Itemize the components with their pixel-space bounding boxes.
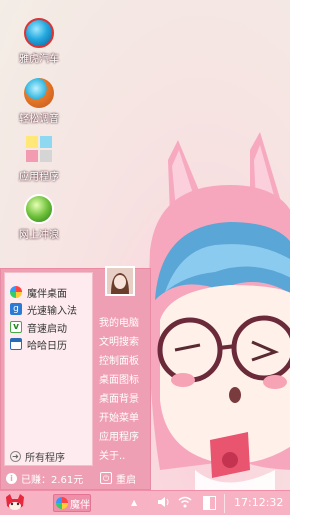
- program-item-haha-calendar[interactable]: 哈哈日历: [10, 336, 67, 352]
- earnings-status: 已赚：2.61元: [21, 474, 84, 486]
- orange-ball-icon: [24, 78, 54, 108]
- desktop-icon-label: 网上冲浪: [19, 230, 59, 241]
- power-icon: ⏻: [100, 472, 112, 484]
- pinwheel-icon: [10, 286, 22, 298]
- taskbar: 魔伴 ▲ 17:12:32: [0, 490, 290, 515]
- pinwheel-icon: [56, 497, 68, 509]
- start-menu: 魔伴桌面 g 光速输入法 v 音速启动 哈哈日历 ➜ 所有程序 我的电脑 文明搜…: [0, 266, 151, 490]
- wifi-icon[interactable]: [178, 496, 192, 511]
- desktop-icon-label: 轻松调音: [19, 114, 59, 125]
- all-programs-label: 所有程序: [25, 453, 65, 464]
- menu-item-desktop-background[interactable]: 桌面背景: [99, 390, 139, 405]
- menu-item-desktop-icons[interactable]: 桌面图标: [99, 371, 139, 386]
- g-keyboard-icon: g: [10, 303, 22, 315]
- desktop-icon-web-surfing[interactable]: 网上冲浪: [8, 194, 70, 241]
- menu-item-control-panel[interactable]: 控制面板: [99, 352, 139, 367]
- restart-button[interactable]: ⏻ 重启: [100, 469, 136, 487]
- calendar-icon: [10, 338, 22, 350]
- program-item-moban-desktop[interactable]: 魔伴桌面: [10, 284, 67, 300]
- user-avatar[interactable]: [105, 266, 135, 296]
- fox-logo-icon: [6, 494, 24, 510]
- apps-grid-icon: [24, 136, 54, 166]
- avatar-portrait-icon: [107, 268, 133, 294]
- program-label: 魔伴桌面: [27, 288, 67, 300]
- tray-expand-arrow-icon[interactable]: ▲: [131, 498, 137, 507]
- menu-item-applications[interactable]: 应用程序: [99, 428, 139, 443]
- arrow-right-icon: ➜: [10, 451, 21, 462]
- battery-icon[interactable]: [203, 496, 216, 510]
- menu-item-my-computer[interactable]: 我的电脑: [99, 314, 139, 329]
- menu-item-start-menu[interactable]: 开始菜单: [99, 409, 139, 424]
- desktop-icon-apps[interactable]: 应用程序: [8, 134, 70, 183]
- program-label: 音速启动: [27, 323, 67, 335]
- taskbar-item-moban[interactable]: 魔伴: [53, 494, 91, 512]
- desktop-icon-easy-tune[interactable]: 轻松调音: [8, 78, 70, 125]
- desktop-icon-yahoo-auto[interactable]: 雅虎汽车: [8, 18, 70, 65]
- info-icon: i: [6, 472, 17, 484]
- v-launcher-icon: v: [10, 321, 22, 333]
- program-item-lightspeed-ime[interactable]: g 光速输入法: [10, 301, 77, 317]
- volume-icon[interactable]: [157, 496, 171, 511]
- start-button[interactable]: [4, 493, 26, 513]
- tray-divider: [224, 494, 225, 513]
- program-label: 哈哈日历: [27, 340, 67, 352]
- program-item-sonic-launcher[interactable]: v 音速启动: [10, 319, 67, 335]
- taskbar-clock[interactable]: 17:12:32: [234, 496, 283, 509]
- desktop-icon-label: 雅虎汽车: [19, 54, 59, 65]
- blue-ball-icon: [24, 18, 54, 48]
- menu-item-civil-search[interactable]: 文明搜索: [99, 333, 139, 348]
- program-label: 光速输入法: [27, 305, 77, 317]
- browser-e-icon: [24, 194, 54, 224]
- restart-label: 重启: [116, 474, 136, 486]
- menu-item-about[interactable]: 关于..: [99, 447, 125, 462]
- desktop-icon-label: 应用程序: [19, 172, 59, 183]
- taskbar-item-label: 魔伴: [70, 499, 90, 511]
- start-menu-footer: i 已赚：2.61元 ⏻ 重启: [4, 469, 149, 487]
- program-list-panel: 魔伴桌面 g 光速输入法 v 音速启动 哈哈日历 ➜ 所有程序: [4, 272, 93, 466]
- all-programs-button[interactable]: ➜ 所有程序: [10, 449, 65, 464]
